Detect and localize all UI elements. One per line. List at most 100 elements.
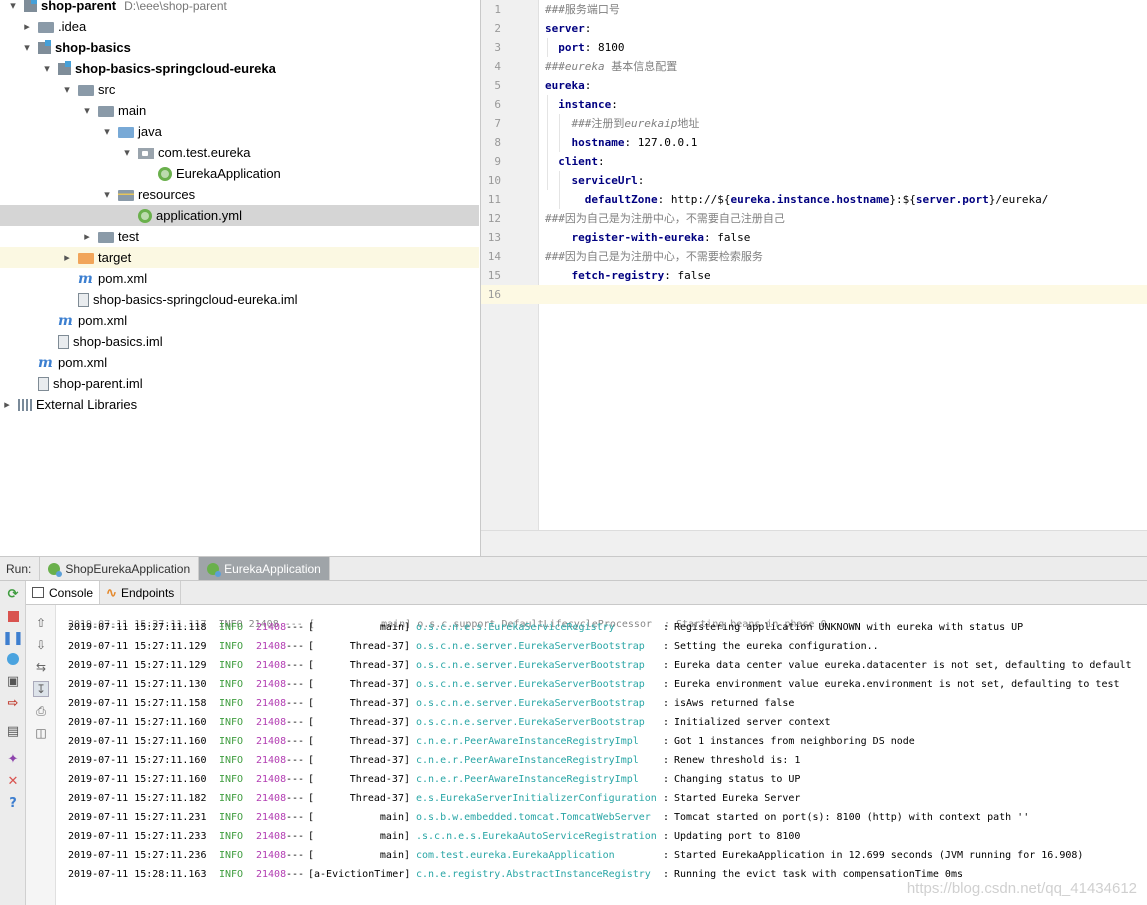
scroll-down-icon[interactable]: ⇩ — [33, 637, 49, 653]
log-colon: : — [663, 736, 670, 747]
tab-console[interactable]: Console — [26, 581, 101, 604]
tree-item-eureka-module[interactable]: ▾ shop-basics-springcloud-eureka — [0, 58, 479, 79]
exit-icon[interactable]: ⇨ — [5, 695, 21, 711]
stop-icon[interactable] — [5, 608, 21, 624]
code-token: : — [584, 22, 592, 35]
tree-item-shop-basics[interactable]: ▾ shop-basics — [0, 37, 479, 58]
code-token: port — [558, 41, 585, 54]
tree-item-application-yml[interactable]: application.yml — [0, 205, 479, 226]
log-timestamp: 2019-07-11 15:27:11.130 — [68, 679, 207, 690]
code-text: serviceUrl: — [545, 171, 645, 190]
log-thread-bracket: [ — [308, 679, 315, 690]
chevron-down-icon[interactable]: ▾ — [60, 83, 74, 96]
log-thread: Thread-37] — [349, 793, 410, 804]
tree-item-external-libraries[interactable]: ▸ External Libraries — [0, 394, 479, 415]
maven-icon: m — [58, 312, 73, 329]
console-output[interactable]: 2019-07-11 15:27:11.117 INFO 21408 --- [… — [56, 605, 1147, 905]
log-line: 2019-07-11 15:27:11.182 INFO 21408 --- Threa… — [56, 789, 1147, 808]
code-token: : — [637, 174, 645, 187]
run-tab-shop-eureka[interactable]: ShopEurekaApplication — [40, 557, 200, 580]
layout-icon[interactable]: ▤ — [5, 723, 21, 739]
code-line: 1 ###服务端口号 — [481, 0, 1147, 19]
chevron-right-icon[interactable]: ▸ — [60, 251, 74, 264]
project-path: D:\eee\shop-parent — [124, 0, 227, 13]
tree-item-pom-parent[interactable]: m pom.xml — [0, 352, 479, 373]
rerun-icon[interactable]: ⟳ — [5, 586, 21, 602]
soft-wrap-icon[interactable]: ⇆ — [33, 659, 49, 675]
tree-item-java[interactable]: ▾ java — [0, 121, 479, 142]
chevron-down-icon[interactable]: ▾ — [100, 125, 114, 138]
tree-item-main[interactable]: ▾ main — [0, 100, 479, 121]
code-text: client: — [545, 152, 604, 171]
log-separator: --- — [286, 622, 305, 633]
code-editor[interactable]: 1 ###服务端口号 2 server: 3 port: 8100 4 ###eureka … — [480, 0, 1147, 556]
tree-item-basics-iml[interactable]: shop-basics.iml — [0, 331, 479, 352]
log-timestamp: 2019-07-11 15:27:11.160 — [68, 755, 207, 766]
yaml-config-icon — [138, 208, 152, 223]
tree-item-pom-eureka[interactable]: m pom.xml — [0, 268, 479, 289]
tree-item-package[interactable]: ▾ com.test.eureka — [0, 142, 479, 163]
log-colon: : — [663, 812, 670, 823]
pause-icon[interactable]: ❚❚ — [2, 630, 24, 646]
log-pid: 21408 — [256, 869, 287, 880]
log-separator: --- — [286, 698, 305, 709]
log-pid: 21408 — [256, 812, 287, 823]
tree-item-src[interactable]: ▾ src — [0, 79, 479, 100]
log-timestamp: 2019-07-11 15:27:11.129 — [68, 660, 207, 671]
print-icon[interactable]: ⎙ — [33, 703, 49, 719]
log-thread: Thread-37] — [349, 641, 410, 652]
log-message: Renew threshold is: 1 — [674, 755, 801, 766]
tree-item-eureka-application[interactable]: EurekaApplication — [0, 163, 479, 184]
tree-item-target[interactable]: ▸ target — [0, 247, 479, 268]
tree-item-shop-parent[interactable]: ▾ shop-parent D:\eee\shop-parent — [0, 0, 479, 16]
log-message: isAws returned false — [674, 698, 795, 709]
tree-item-parent-iml[interactable]: shop-parent.iml — [0, 373, 479, 394]
run-tab-eureka[interactable]: EurekaApplication — [199, 557, 330, 580]
code-line: 6 instance: — [481, 95, 1147, 114]
tree-item-test[interactable]: ▸ test — [0, 226, 479, 247]
chevron-down-icon[interactable]: ▾ — [20, 41, 34, 54]
log-timestamp: 2019-07-11 15:27:11.182 — [68, 793, 207, 804]
close-icon[interactable]: ✕ — [5, 773, 21, 789]
tree-item-idea[interactable]: ▸ .idea — [0, 16, 479, 37]
chevron-down-icon[interactable]: ▾ — [6, 0, 20, 12]
log-thread: Thread-37] — [349, 679, 410, 690]
chevron-right-icon[interactable]: ▸ — [80, 230, 94, 243]
tree-item-resources[interactable]: ▾ resources — [0, 184, 479, 205]
camera-icon[interactable]: ▣ — [5, 673, 21, 689]
tab-endpoints[interactable]: ∿ Endpoints — [100, 581, 182, 604]
code-line: 2 server: — [481, 19, 1147, 38]
chevron-right-icon[interactable]: ▸ — [20, 20, 34, 33]
log-colon: : — [663, 869, 670, 880]
log-logger: c.n.e.registry.AbstractInstanceRegistry — [416, 869, 651, 880]
log-colon: : — [663, 717, 670, 728]
log-thread: Thread-37] — [349, 717, 410, 728]
log-colon: : — [663, 793, 670, 804]
code-token: fetch-registry — [571, 269, 665, 282]
code-line: 11 defaultZone: http://${eureka.instance… — [481, 190, 1147, 209]
log-colon: : — [663, 698, 670, 709]
line-number: 9 — [494, 155, 501, 168]
chevron-right-icon[interactable]: ▸ — [0, 398, 14, 411]
chevron-down-icon[interactable]: ▾ — [40, 62, 54, 75]
code-text: ###因为自己是为注册中心，不需要检索服务 — [545, 247, 763, 266]
chevron-down-icon[interactable]: ▾ — [120, 146, 134, 159]
maven-icon: m — [38, 354, 53, 371]
run-tab-label: EurekaApplication — [224, 561, 321, 576]
log-line: 2019-07-11 15:27:11.118 INFO 21408 --- main]… — [56, 618, 1147, 637]
scroll-up-icon[interactable]: ⇧ — [33, 615, 49, 631]
chevron-down-icon[interactable]: ▾ — [80, 104, 94, 117]
log-thread-bracket: [ — [308, 831, 315, 842]
help-icon[interactable]: ? — [5, 795, 21, 811]
log-colon: : — [663, 850, 670, 861]
tree-item-pom-basics[interactable]: m pom.xml — [0, 310, 479, 331]
trash-icon[interactable]: ◫ — [33, 725, 49, 741]
scroll-to-end-icon[interactable]: ↧ — [33, 681, 49, 697]
log-separator: --- — [286, 774, 305, 785]
log-thread-bracket: [ — [308, 660, 315, 671]
folder-icon — [98, 232, 114, 243]
pin-icon[interactable]: ✦ — [5, 751, 21, 767]
tree-item-eureka-iml[interactable]: shop-basics-springcloud-eureka.iml — [0, 289, 479, 310]
chevron-down-icon[interactable]: ▾ — [100, 188, 114, 201]
globe-icon[interactable] — [5, 651, 21, 667]
